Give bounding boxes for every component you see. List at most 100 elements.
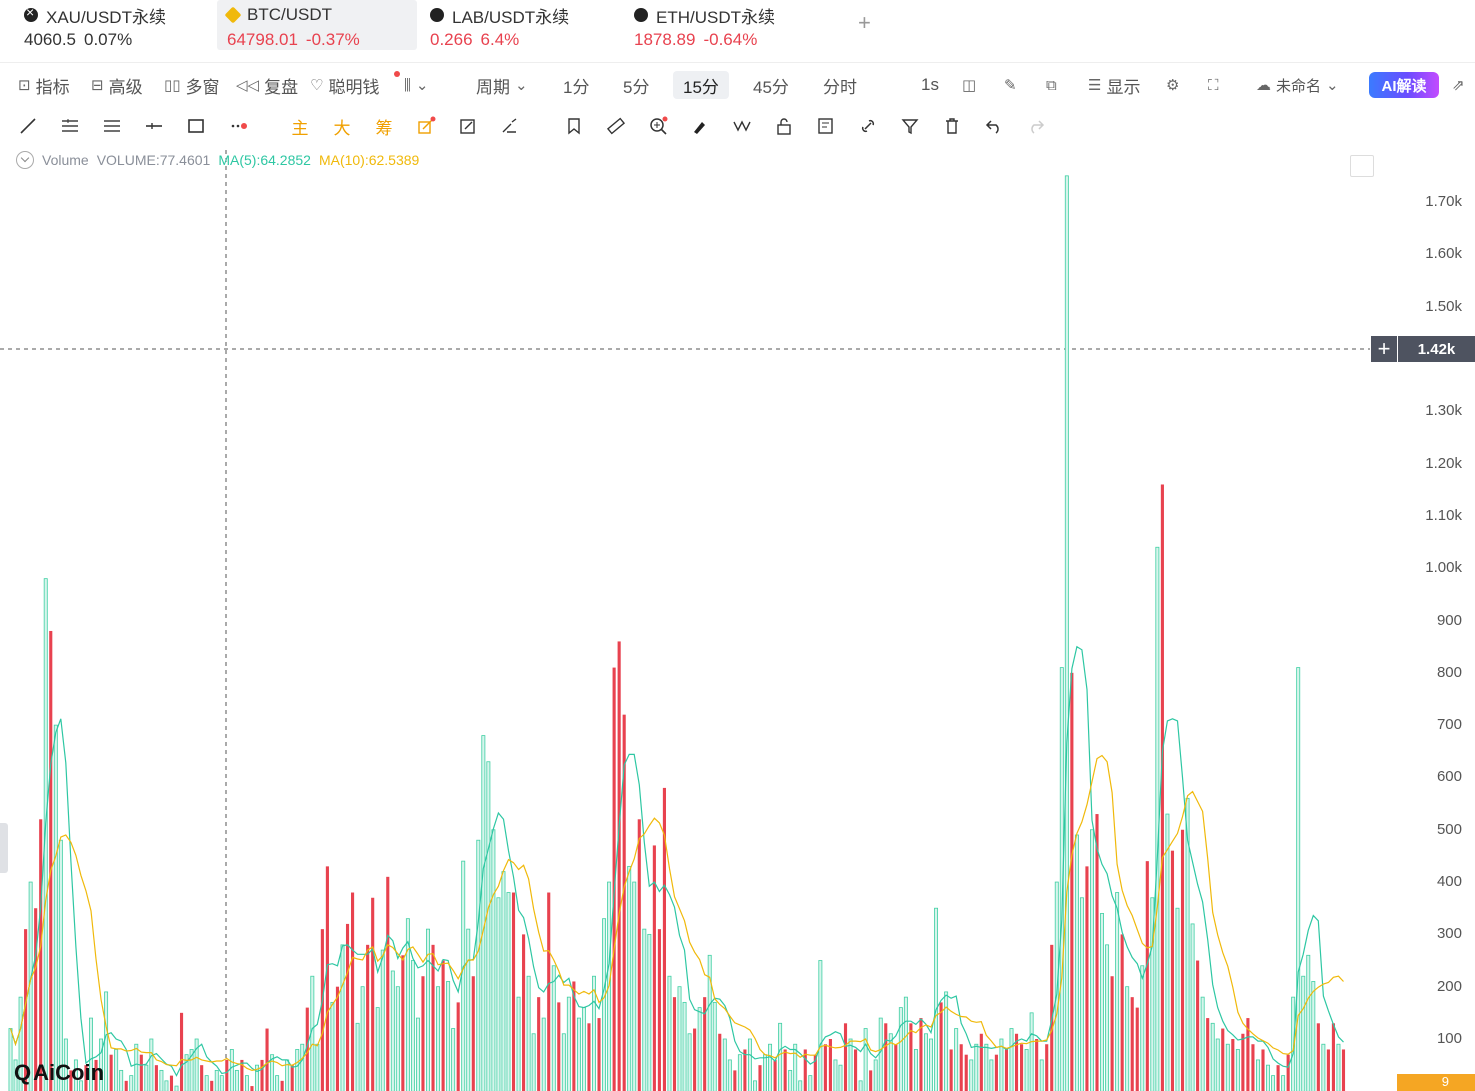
link-tool[interactable] [855,114,881,138]
volume-bar [909,1023,913,1091]
volume-bar [275,1075,280,1091]
horizontal-ray-tool[interactable] [141,114,167,138]
volume-bar [481,735,486,1091]
bookmark-tool[interactable] [561,114,587,138]
display-button[interactable]: ☰ 显示 [1088,71,1140,99]
bookmark-icon [568,118,580,135]
volume-bar [244,1075,249,1091]
redo-button[interactable] [1023,114,1049,138]
add-tab-button[interactable]: + [858,10,871,36]
marker-tool[interactable] [687,114,713,138]
interval-timeline[interactable]: 分时 [823,71,857,99]
trend-line-tool[interactable] [15,114,41,138]
interval-45m[interactable]: 45分 [753,71,789,99]
camera-button[interactable]: ◫ [962,71,976,99]
side-panel-toggle[interactable] [0,823,8,873]
template-icon [818,118,833,134]
volume-bar [753,1080,757,1091]
fullscreen-button[interactable]: ⛶ [1208,71,1219,99]
template-tool[interactable] [813,114,839,138]
volume-bar [1039,1059,1044,1091]
volume-bar [727,1059,732,1091]
indicators-button[interactable]: ⊡ 指标 [18,71,70,99]
pane-collapse-button[interactable] [1350,155,1374,177]
volume-bar [627,865,632,1091]
volume-bar [476,839,481,1091]
ticker-tab-btc[interactable]: BTC/USDT 64798.01 -0.37% [217,0,417,50]
share-button[interactable]: ⇗ [1452,71,1465,99]
zoom-tool[interactable] [645,114,671,138]
volume-bar [214,1069,219,1091]
volume-bar [1271,1075,1276,1091]
volume-bar [869,1070,873,1091]
ticker-tab-eth[interactable]: ETH/USDT永续 1878.89 -0.64% [624,0,824,50]
magnet-tool[interactable] [497,114,523,138]
parallel-channel-tool[interactable] [57,114,83,138]
more-tools[interactable] [227,114,253,138]
chips-tool[interactable]: 筹 [371,114,397,138]
interval-1s[interactable]: 1s [921,71,939,99]
volume-chart[interactable] [0,146,1475,1091]
volume-bar [707,954,712,1091]
period-dropdown[interactable]: 周期 ⌄ [476,71,528,99]
volume-bar [119,1069,124,1091]
delete-tool[interactable] [939,114,965,138]
ticker-tab-lab[interactable]: LAB/USDT永续 0.266 6.4% [420,0,610,50]
y-tick-label: 1.10k [1425,506,1462,524]
volume-bar [351,892,355,1091]
volume-bar [1100,913,1104,1091]
crosshair-add-button[interactable]: + [1371,336,1397,362]
volume-bar [360,986,365,1091]
volume-bar [722,1038,727,1091]
ruler-tool[interactable] [603,114,629,138]
settings-button[interactable]: ⚙ [1166,71,1179,99]
rectangle-tool[interactable] [183,114,209,138]
volume-bar [491,829,496,1091]
filter-tool[interactable] [897,114,923,138]
advanced-button[interactable]: ⊟ 高级 [91,71,143,99]
ai-interpret-button[interactable]: AI解读 [1369,72,1439,98]
new-window-button[interactable]: ⧉ [1046,71,1057,99]
chart-legend: Volume VOLUME:77.4601 MA(5):64.2852 MA(1… [16,151,419,169]
horizontal-lines-tool[interactable] [99,114,125,138]
volume-bar [426,928,430,1091]
volume-bar [763,1054,767,1091]
visibility-tool[interactable] [729,114,755,138]
multi-window-button[interactable]: ▯▯ 多窗 [164,71,220,99]
volume-bar [581,1007,586,1091]
collapse-legend-icon[interactable] [16,151,34,169]
volume-bar [159,1069,164,1091]
big-order-tool[interactable]: 大 [329,114,355,138]
lock-tool[interactable] [771,114,797,138]
volume-bar [848,1038,853,1091]
undo-button[interactable] [981,114,1007,138]
edit-order-tool[interactable] [413,114,439,138]
volume-bar [1321,1043,1326,1091]
pencil-button[interactable]: ✎ [1004,71,1017,99]
lab-coin-icon [430,8,444,22]
ticker-price: 64798.01 [227,30,298,49]
volume-bar [1125,986,1130,1091]
smart-money-button[interactable]: ♡ 聪明钱 [310,71,379,99]
volume-bar [1341,1049,1346,1091]
chips-label: 筹 [375,118,393,138]
chart-type-dropdown[interactable]: ⫼ ⌄ [404,71,428,99]
ticker-change: 0.07% [84,30,133,49]
main-indicator-tool[interactable]: 主 [287,114,313,138]
copy-draw-tool[interactable] [455,114,481,138]
interval-label: 45分 [753,77,789,97]
volume-bar [894,1044,898,1091]
volume-bar [602,918,607,1091]
volume-bar [1231,1039,1235,1091]
interval-5m[interactable]: 5分 [623,71,649,99]
volume-bar [632,881,637,1091]
interval-1m[interactable]: 1分 [563,71,589,99]
volume-bar [511,892,516,1091]
layout-name-dropdown[interactable]: ☁ 未命名 ⌄ [1256,71,1339,99]
interval-15m[interactable]: 15分 [673,71,729,99]
volume-bar [441,960,445,1091]
ticker-tab-xau[interactable]: XAU/USDT永续 4060.5 0.07% [14,0,204,50]
replay-button[interactable]: ◁◁ 复盘 [236,71,298,99]
volume-bar [1160,484,1164,1091]
volume-bar [798,1080,803,1091]
